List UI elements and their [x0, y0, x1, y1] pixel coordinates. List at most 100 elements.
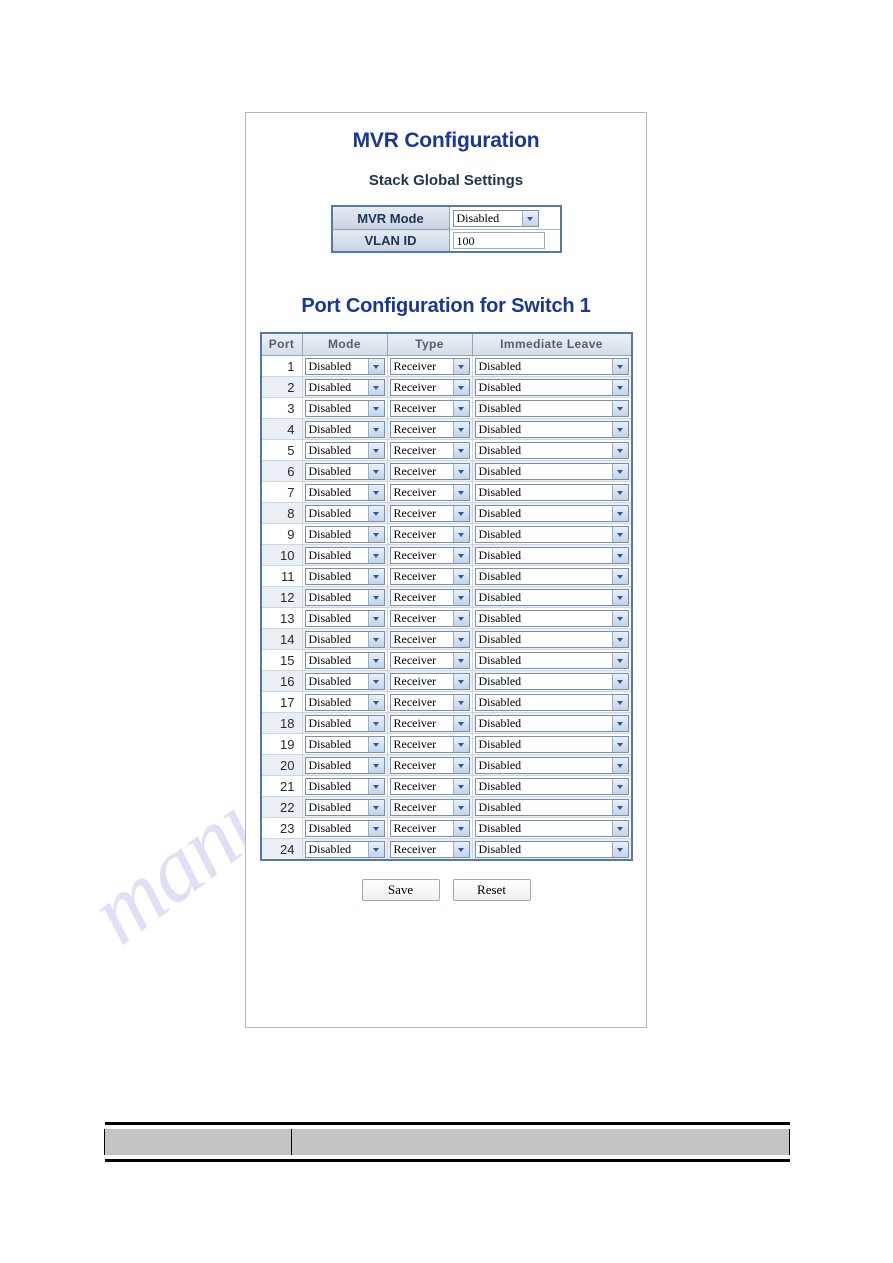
save-button[interactable]: Save	[361, 879, 440, 901]
immediate-leave-select[interactable]: Disabled	[474, 798, 629, 816]
mode-select[interactable]: Disabled	[304, 588, 385, 606]
immediate-leave-select[interactable]: Disabled	[474, 588, 629, 606]
mode-select[interactable]: Disabled	[304, 609, 385, 627]
immediate-leave-select[interactable]: Disabled	[474, 504, 629, 522]
type-select[interactable]: Receiver	[389, 378, 470, 396]
type-select-value: Receiver	[393, 526, 437, 541]
immediate-leave-select[interactable]: Disabled	[474, 630, 629, 648]
type-select[interactable]: Receiver	[389, 777, 470, 795]
type-select[interactable]: Receiver	[389, 630, 470, 648]
type-select[interactable]: Receiver	[389, 651, 470, 669]
mode-select-cell: Disabled	[301, 397, 388, 419]
immediate-leave-select[interactable]: Disabled	[474, 735, 629, 753]
immediate-leave-select-value: Disabled	[478, 799, 522, 814]
type-select[interactable]: Receiver	[389, 840, 470, 858]
chevron-down-icon	[452, 694, 469, 710]
type-select[interactable]: Receiver	[389, 525, 470, 543]
reset-button[interactable]: Reset	[452, 879, 531, 901]
immediate-leave-select[interactable]: Disabled	[474, 819, 629, 837]
type-select[interactable]: Receiver	[389, 798, 470, 816]
immediate-leave-select[interactable]: Disabled	[474, 609, 629, 627]
chevron-down-icon	[367, 610, 384, 626]
type-select[interactable]: Receiver	[389, 399, 470, 417]
mode-select-value: Disabled	[308, 463, 352, 478]
type-select[interactable]: Receiver	[389, 735, 470, 753]
immediate-leave-select[interactable]: Disabled	[474, 651, 629, 669]
immediate-leave-select[interactable]: Disabled	[474, 693, 629, 711]
mode-select[interactable]: Disabled	[304, 567, 385, 585]
immediate-leave-select[interactable]: Disabled	[474, 756, 629, 774]
type-select-cell: Receiver	[386, 691, 473, 713]
vlan-id-input[interactable]: 100	[452, 232, 545, 249]
type-select[interactable]: Receiver	[389, 546, 470, 564]
mode-select[interactable]: Disabled	[304, 672, 385, 690]
mvr-mode-select[interactable]: Disabled	[452, 209, 539, 227]
mode-select[interactable]: Disabled	[304, 504, 385, 522]
type-select[interactable]: Receiver	[389, 588, 470, 606]
mode-select[interactable]: Disabled	[304, 840, 385, 858]
type-select[interactable]: Receiver	[389, 483, 470, 501]
type-select[interactable]: Receiver	[389, 714, 470, 732]
mode-select[interactable]: Disabled	[304, 714, 385, 732]
table-row: 10 Disabled Receiver Disabled	[260, 544, 632, 566]
type-select[interactable]: Receiver	[389, 756, 470, 774]
mode-select[interactable]: Disabled	[304, 693, 385, 711]
immediate-leave-select[interactable]: Disabled	[474, 441, 629, 459]
chevron-down-icon	[452, 757, 469, 773]
immediate-leave-select[interactable]: Disabled	[474, 777, 629, 795]
type-select[interactable]: Receiver	[389, 357, 470, 375]
immediate-leave-select[interactable]: Disabled	[474, 840, 629, 858]
mode-select[interactable]: Disabled	[304, 525, 385, 543]
type-select[interactable]: Receiver	[389, 567, 470, 585]
immediate-leave-select[interactable]: Disabled	[474, 672, 629, 690]
mode-select[interactable]: Disabled	[304, 798, 385, 816]
type-select[interactable]: Receiver	[389, 462, 470, 480]
type-select[interactable]: Receiver	[389, 420, 470, 438]
type-select[interactable]: Receiver	[389, 693, 470, 711]
mode-select-cell: Disabled	[301, 586, 388, 608]
immediate-leave-select[interactable]: Disabled	[474, 567, 629, 585]
immediate-leave-select[interactable]: Disabled	[474, 525, 629, 543]
mode-select[interactable]: Disabled	[304, 819, 385, 837]
type-select[interactable]: Receiver	[389, 504, 470, 522]
chevron-down-icon	[452, 505, 469, 521]
type-select-value: Receiver	[393, 463, 437, 478]
table-row: 9 Disabled Receiver Disabled	[260, 523, 632, 545]
port-number-cell: 7	[260, 481, 303, 503]
mode-select[interactable]: Disabled	[304, 399, 385, 417]
mode-select[interactable]: Disabled	[304, 651, 385, 669]
immediate-leave-select[interactable]: Disabled	[474, 714, 629, 732]
immediate-leave-select[interactable]: Disabled	[474, 420, 629, 438]
mode-select-cell: Disabled	[301, 817, 388, 839]
mode-select[interactable]: Disabled	[304, 777, 385, 795]
immediate-leave-select[interactable]: Disabled	[474, 462, 629, 480]
mode-select[interactable]: Disabled	[304, 546, 385, 564]
mode-select[interactable]: Disabled	[304, 357, 385, 375]
mode-select[interactable]: Disabled	[304, 735, 385, 753]
chevron-down-icon	[452, 463, 469, 479]
immediate-leave-select[interactable]: Disabled	[474, 546, 629, 564]
type-select[interactable]: Receiver	[389, 819, 470, 837]
mode-select[interactable]: Disabled	[304, 483, 385, 501]
table-row: 2 Disabled Receiver Disabled	[260, 376, 632, 398]
type-select-cell: Receiver	[386, 838, 473, 861]
immediate-leave-select[interactable]: Disabled	[474, 378, 629, 396]
mode-select[interactable]: Disabled	[304, 420, 385, 438]
type-select[interactable]: Receiver	[389, 441, 470, 459]
chevron-down-icon	[452, 442, 469, 458]
mode-select-cell: Disabled	[301, 670, 388, 692]
type-select[interactable]: Receiver	[389, 609, 470, 627]
immediate-leave-select[interactable]: Disabled	[474, 357, 629, 375]
mode-select[interactable]: Disabled	[304, 378, 385, 396]
type-select-value: Receiver	[393, 652, 437, 667]
mode-select-value: Disabled	[308, 547, 352, 562]
mode-select[interactable]: Disabled	[304, 630, 385, 648]
immediate-leave-select[interactable]: Disabled	[474, 483, 629, 501]
mode-select[interactable]: Disabled	[304, 441, 385, 459]
mode-select[interactable]: Disabled	[304, 462, 385, 480]
mode-select-cell: Disabled	[301, 796, 388, 818]
type-select-value: Receiver	[393, 694, 437, 709]
immediate-leave-select[interactable]: Disabled	[474, 399, 629, 417]
type-select[interactable]: Receiver	[389, 672, 470, 690]
mode-select[interactable]: Disabled	[304, 756, 385, 774]
